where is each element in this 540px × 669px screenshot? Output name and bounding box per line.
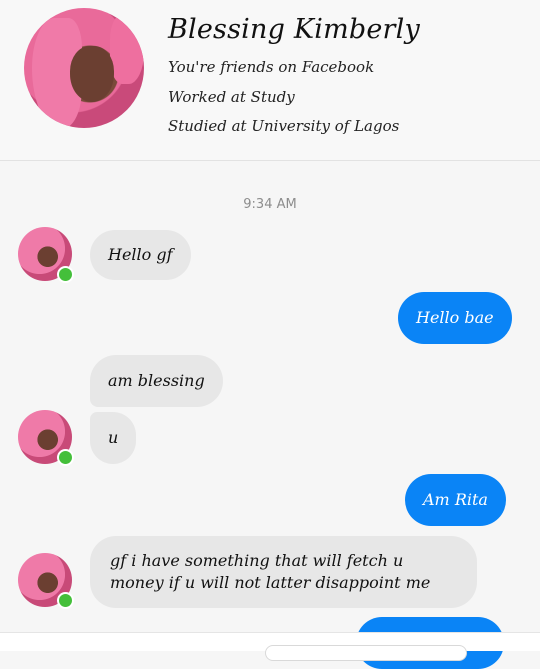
outgoing-message-bubble[interactable]: Hello bae bbox=[398, 292, 512, 344]
outgoing-message-bubble[interactable]: Am Rita bbox=[405, 474, 506, 526]
message-timestamp: 9:34 AM bbox=[243, 197, 297, 212]
online-status-icon bbox=[57, 592, 74, 609]
profile-education-line: Studied at University of Lagos bbox=[168, 117, 400, 135]
avatar-hair-right bbox=[110, 14, 144, 84]
profile-work-line: Worked at Study bbox=[168, 88, 295, 106]
incoming-message-bubble[interactable]: Hello gf bbox=[90, 230, 191, 280]
sender-avatar[interactable] bbox=[18, 553, 74, 609]
incoming-message-bubble[interactable]: u bbox=[90, 412, 137, 464]
profile-friends-line: You're friends on Facebook bbox=[168, 58, 375, 76]
profile-avatar[interactable] bbox=[24, 8, 144, 128]
sender-avatar[interactable] bbox=[18, 410, 74, 466]
incoming-message-bubble[interactable]: am blessing bbox=[90, 355, 223, 407]
message-input[interactable] bbox=[265, 645, 467, 661]
profile-name[interactable]: Blessing Kimberly bbox=[168, 14, 420, 45]
online-status-icon bbox=[57, 449, 74, 466]
incoming-message-bubble[interactable]: gf i have something that will fetch u mo… bbox=[90, 536, 477, 608]
online-status-icon bbox=[57, 266, 74, 283]
avatar-face bbox=[70, 46, 114, 102]
sender-avatar[interactable] bbox=[18, 227, 74, 283]
profile-header: Blessing Kimberly You're friends on Face… bbox=[0, 0, 540, 161]
